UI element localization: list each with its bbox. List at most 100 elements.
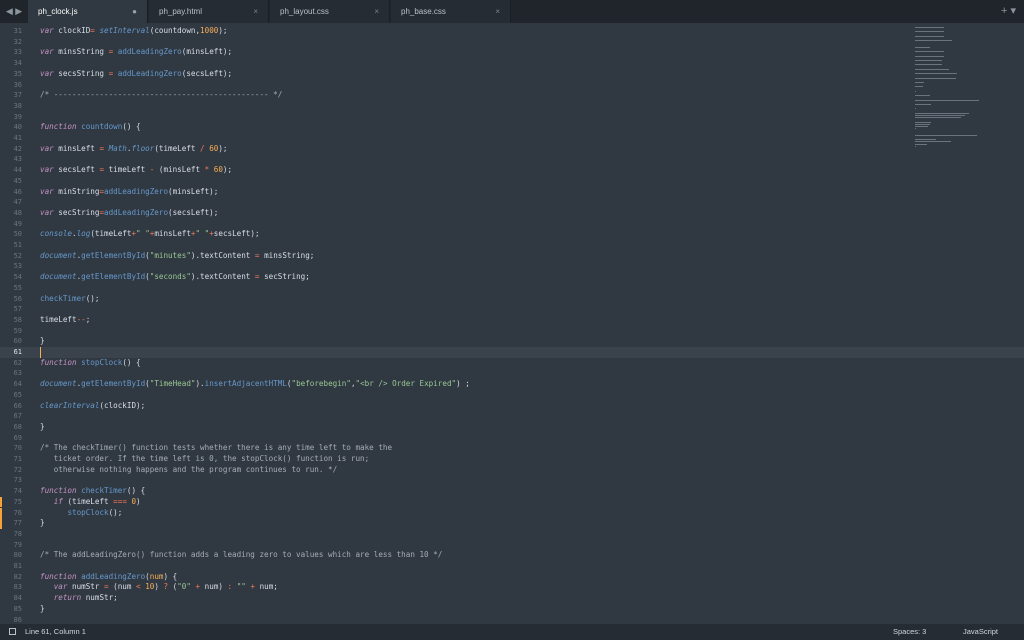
code-line[interactable]: document.getElementById("minutes").textC…	[40, 251, 314, 262]
code-line[interactable]: /* -------------------------------------…	[40, 90, 282, 101]
new-tab-dropdown-icon[interactable]: + ▾	[1001, 0, 1016, 23]
minimap-line	[915, 134, 977, 136]
code-token: ;	[85, 314, 91, 324]
line-number: 52	[13, 251, 22, 260]
code-line[interactable]: stopClock();	[40, 508, 122, 519]
line-number: 51	[13, 241, 22, 249]
minimap-line	[915, 139, 936, 141]
code-token: " "	[195, 229, 210, 239]
line-number: 58	[13, 315, 22, 324]
minimap[interactable]	[915, 23, 985, 153]
code-line[interactable]: var minsString = addLeadingZero(minsLeft…	[40, 47, 232, 58]
code-line[interactable]: var secsLeft = timeLeft - (minsLeft * 60…	[40, 165, 232, 176]
code-line[interactable]: document.getElementById("seconds").textC…	[40, 272, 310, 283]
code-line[interactable]: console.log(timeLeft+" "+minsLeft+" "+se…	[40, 229, 260, 240]
minimap-line	[915, 108, 916, 110]
code-token: console	[40, 229, 73, 239]
code-token: (timeLeft	[154, 143, 201, 153]
code-token: minsString;	[259, 250, 315, 260]
code-token: countdown	[81, 122, 123, 132]
code-line[interactable]: function checkTimer() {	[40, 486, 145, 497]
code-token: numStr;	[81, 593, 118, 603]
code-token: return	[53, 593, 82, 603]
code-line[interactable]: document.getElementById("TimeHead").inse…	[40, 379, 470, 390]
tab-label: ph_layout.css	[280, 7, 329, 16]
code-line[interactable]: var secsString = addLeadingZero(secsLeft…	[40, 69, 232, 80]
code-token: otherwise nothing happens and the progra…	[40, 464, 338, 474]
line-number: 78	[13, 529, 22, 538]
minimap-line	[915, 141, 952, 143]
line-number: 60	[13, 337, 22, 346]
code-line[interactable]: /* The addLeadingZero() function adds a …	[40, 550, 442, 561]
tab-ph-clock-js[interactable]: ph_clock.js ●	[28, 0, 148, 23]
minimap-line	[915, 143, 927, 145]
code-line[interactable]: clearInterval(clockID);	[40, 401, 145, 412]
code-line[interactable]: function addLeadingZero(num) {	[40, 572, 177, 583]
minimap-line	[915, 121, 932, 123]
line-number: 73	[13, 476, 22, 485]
line-number: 54	[13, 273, 22, 282]
code-token: document	[40, 250, 77, 260]
code-line[interactable]: ticket order. If the time left is 0, the…	[40, 454, 369, 465]
tab-ph-layout-css[interactable]: ph_layout.css ×	[270, 0, 390, 23]
unsaved-dot-icon[interactable]: ●	[132, 0, 137, 23]
code-line[interactable]: }	[40, 422, 45, 433]
code-token: function	[40, 122, 77, 132]
code-line[interactable]: }	[40, 336, 45, 347]
code-line[interactable]: timeLeft--;	[40, 315, 90, 326]
code-token: /* The checkTimer() function tests wheth…	[40, 443, 393, 453]
code-token: num	[149, 571, 164, 581]
tab-ph-pay-html[interactable]: ph_pay.html ×	[149, 0, 269, 23]
code-line[interactable]: function stopClock() {	[40, 358, 141, 369]
status-bar: Line 61, Column 1 Spaces: 3 JavaScript	[0, 624, 1024, 640]
minimap-line	[915, 55, 945, 57]
tab-nav-arrows[interactable]: ◀ ▶	[0, 0, 28, 23]
line-number: 71	[13, 455, 22, 463]
code-line[interactable]: var minsLeft = Math.floor(timeLeft / 60)…	[40, 144, 228, 155]
code-token: document	[40, 272, 77, 282]
code-line[interactable]: }	[40, 604, 45, 615]
code-token: 60	[213, 165, 223, 175]
syntax-selector[interactable]: JavaScript	[963, 624, 998, 640]
code-token: ();	[108, 507, 123, 517]
code-line[interactable]: otherwise nothing happens and the progra…	[40, 465, 337, 476]
line-number: 40	[13, 123, 22, 132]
close-icon[interactable]: ×	[253, 0, 258, 23]
code-token: ticket order. If the time left is 0, the…	[40, 454, 370, 463]
code-line[interactable]: if (timeLeft === 0)	[40, 497, 141, 508]
line-number: 80	[13, 551, 22, 560]
close-icon[interactable]: ×	[495, 0, 500, 23]
line-number: 82	[13, 572, 22, 581]
code-token: checkTimer	[81, 486, 127, 496]
minimap-line	[915, 112, 969, 114]
indentation-setting[interactable]: Spaces: 3	[893, 624, 926, 640]
code-line[interactable]: }	[40, 518, 45, 529]
code-token: var	[40, 165, 54, 175]
code-line[interactable]: /* The checkTimer() function tests wheth…	[40, 443, 392, 454]
code-line[interactable]: var secString=addLeadingZero(secsLeft);	[40, 208, 218, 219]
code-line[interactable]: var clockID= setInterval(countdown,1000)…	[40, 26, 228, 37]
line-number: 43	[13, 155, 22, 164]
line-number: 57	[13, 305, 22, 314]
code-token: () {	[122, 357, 141, 367]
close-icon[interactable]: ×	[374, 0, 379, 23]
code-token: function	[40, 571, 77, 581]
code-token: "seconds"	[149, 272, 191, 282]
code-line[interactable]: var numStr = (num < 10) ? ("0" + num) : …	[40, 582, 278, 593]
code-token: var	[40, 143, 54, 153]
code-line[interactable]: var minString=addLeadingZero(minsLeft);	[40, 187, 218, 198]
panel-toggle-icon[interactable]	[9, 628, 16, 635]
code-token: );	[218, 26, 228, 35]
code-area[interactable]: var clockID= setInterval(countdown,1000)…	[40, 23, 900, 624]
code-line[interactable]: checkTimer();	[40, 294, 99, 305]
code-editor[interactable]: 31 32 33 34 35 36 37 38 39 40 41 42 43 44 45 46 47 48 49 50…	[0, 23, 1024, 624]
minimap-line	[915, 123, 931, 125]
line-number: 77	[13, 519, 22, 528]
minimap-line	[915, 68, 949, 70]
code-line[interactable]: return numStr;	[40, 593, 118, 604]
code-line[interactable]: function countdown() {	[40, 122, 141, 133]
tab-ph-base-css[interactable]: ph_base.css ×	[391, 0, 511, 23]
line-number: 68	[13, 422, 22, 431]
